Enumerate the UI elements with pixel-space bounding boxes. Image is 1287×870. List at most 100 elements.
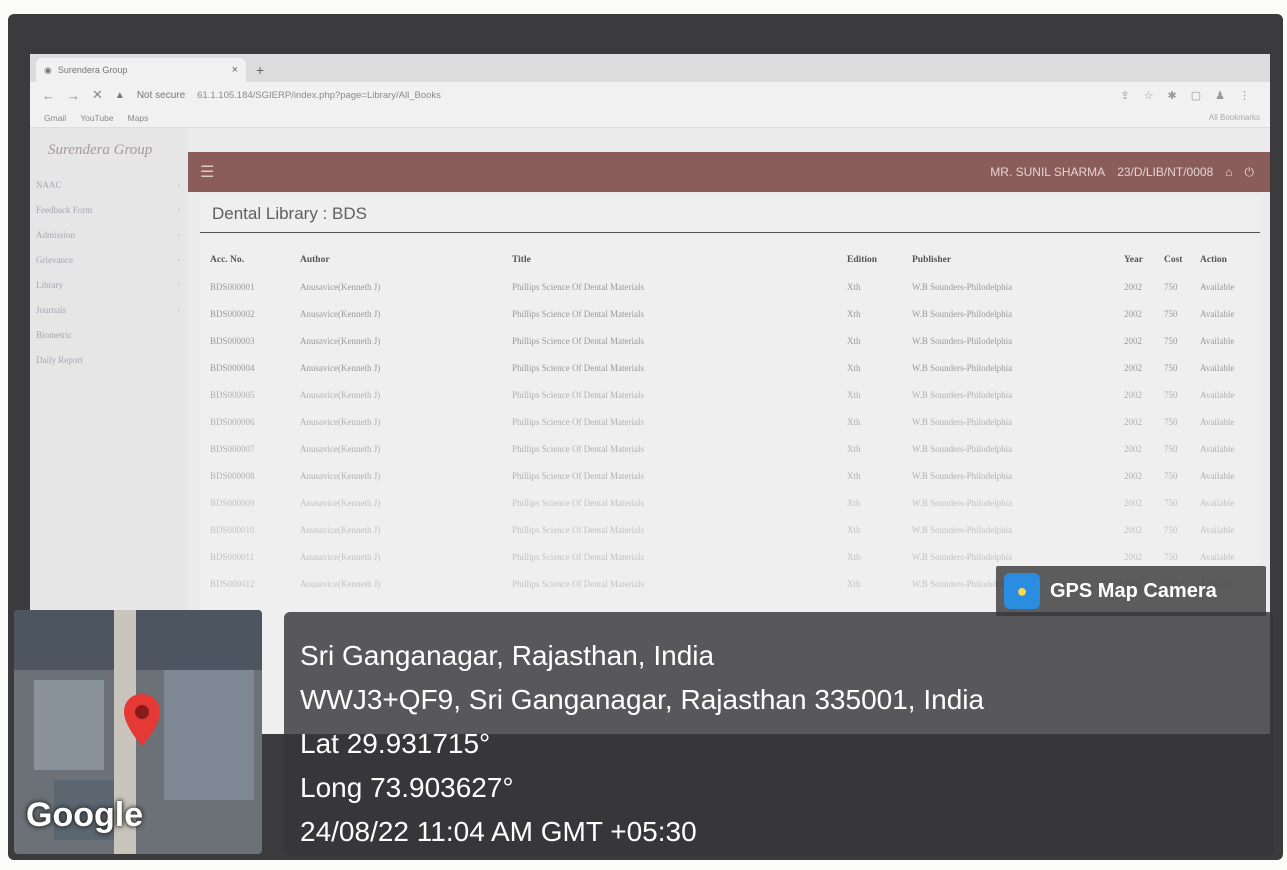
cell-action[interactable]: Available xyxy=(1190,327,1260,354)
chevron-right-icon: › xyxy=(177,280,180,289)
more-icon[interactable]: ⋮ xyxy=(1239,89,1250,102)
col-acc-no[interactable]: Acc. No. xyxy=(200,247,290,273)
close-icon[interactable]: × xyxy=(232,64,238,76)
power-icon[interactable]: ⏻ xyxy=(1245,165,1255,180)
table-row: BDS000005 Anusavice(Kenneth J) Phillips Sc… xyxy=(200,381,1260,408)
gps-camera-label: GPS Map Camera xyxy=(1050,579,1217,602)
cell-title: Phillips Science Of Dental Materials xyxy=(512,308,644,319)
all-bookmarks[interactable]: All Bookmarks xyxy=(1209,113,1260,122)
share-icon[interactable]: ⇪ xyxy=(1120,89,1129,102)
col-title[interactable]: Title xyxy=(502,247,837,273)
tab-title: Surendera Group xyxy=(57,65,128,75)
chevron-right-icon: › xyxy=(177,180,180,189)
cell-author: Anusavice(Kenneth J) xyxy=(300,497,381,508)
cell-title: Phillips Science Of Dental Materials xyxy=(512,524,644,535)
table-row: BDS000003 Anusavice(Kenneth J) Phillips Sc… xyxy=(200,327,1260,354)
hamburger-icon[interactable]: ☰ xyxy=(200,162,214,182)
cell-year: 2002 xyxy=(1124,362,1142,373)
sidepanel-icon[interactable]: ▢ xyxy=(1191,89,1201,102)
table-body: BDS000001 Anusavice(Kenneth J) Phillips Sc… xyxy=(200,273,1260,597)
sidebar-item-journals[interactable]: Journals › xyxy=(30,297,188,322)
cell-cost: 750 xyxy=(1164,362,1178,373)
close-icon[interactable]: ✕ xyxy=(92,87,103,103)
cell-cost: 750 xyxy=(1164,389,1178,400)
cell-action[interactable]: Available xyxy=(1190,408,1260,435)
cell-author: Anusavice(Kenneth J) xyxy=(300,308,381,319)
chevron-right-icon: › xyxy=(177,255,180,264)
cell-action[interactable]: Available xyxy=(1190,300,1260,327)
sidebar-item-admission[interactable]: Admission › xyxy=(30,222,188,247)
col-author[interactable]: Author xyxy=(290,247,502,273)
cell-acc-no: BDS000004 xyxy=(210,362,255,373)
sidebar-item-library[interactable]: Library › xyxy=(30,272,188,297)
cell-author: Anusavice(Kenneth J) xyxy=(300,524,381,535)
cell-acc-no: BDS000006 xyxy=(210,416,255,427)
cell-action[interactable]: Available xyxy=(1190,381,1260,408)
star-icon[interactable]: ☆ xyxy=(1144,89,1154,102)
brand-logo[interactable]: Surendera Group xyxy=(30,128,188,172)
cell-publisher: W.B Sounders-Philodelphia xyxy=(912,389,1013,400)
address: WWJ3+QF9, Sri Ganganagar, Rajasthan 3350… xyxy=(300,684,985,715)
cell-action[interactable]: Available xyxy=(1190,462,1260,489)
photo-background: ◉ Surendera Group × + ← → ✕ ▲ Not secure… xyxy=(0,0,1287,870)
sidebar-item-feedback-form[interactable]: Feedback Form › xyxy=(30,197,188,222)
browser-tab[interactable]: ◉ Surendera Group × xyxy=(36,58,246,82)
sidebar-item-biometric[interactable]: Biometric xyxy=(30,322,188,347)
user-info: MR. SUNIL SHARMA 23/D/LIB/NT/0008 ⌂ ⏻ xyxy=(990,165,1270,180)
new-tab-button[interactable]: + xyxy=(256,62,264,78)
cell-acc-no: BDS000003 xyxy=(210,335,255,346)
bookmark-maps[interactable]: Maps xyxy=(128,113,149,123)
cell-title: Phillips Science Of Dental Materials xyxy=(512,551,644,562)
cell-cost: 750 xyxy=(1164,524,1178,535)
timestamp: 24/08/22 11:04 AM GMT +05:30 xyxy=(300,816,697,847)
map-thumbnail: Google xyxy=(14,610,262,854)
cell-edition: Xth xyxy=(847,443,861,454)
col-year[interactable]: Year xyxy=(1114,247,1154,273)
cell-author: Anusavice(Kenneth J) xyxy=(300,335,381,346)
table-row: BDS000002 Anusavice(Kenneth J) Phillips Sc… xyxy=(200,300,1260,327)
bookmarks-bar: Gmail YouTube Maps All Bookmarks xyxy=(30,108,1270,128)
cell-title: Phillips Science Of Dental Materials xyxy=(512,497,644,508)
cell-action[interactable]: Available xyxy=(1190,273,1260,300)
cell-title: Phillips Science Of Dental Materials xyxy=(512,416,644,427)
forward-icon[interactable]: → xyxy=(67,88,80,103)
chevron-right-icon: › xyxy=(177,230,180,239)
security-label[interactable]: Not secure xyxy=(137,90,185,101)
sidebar-item-daily-report[interactable]: Daily Report xyxy=(30,347,188,372)
cell-publisher: W.B Sounders-Philodelphia xyxy=(912,497,1013,508)
gps-camera-logo-icon: ● xyxy=(1004,573,1040,609)
table-row: BDS000004 Anusavice(Kenneth J) Phillips Sc… xyxy=(200,354,1260,381)
map-building xyxy=(34,680,104,770)
url-input[interactable]: 61.1.105.184/SGIERP/index.php?page=Libra… xyxy=(197,90,441,101)
top-header: ☰ MR. SUNIL SHARMA 23/D/LIB/NT/0008 ⌂ ⏻ xyxy=(188,152,1270,192)
col-edition[interactable]: Edition xyxy=(837,247,902,273)
google-logo: Google xyxy=(26,796,144,834)
cell-action[interactable]: Available xyxy=(1190,489,1260,516)
place-name: Sri Ganganagar, Rajasthan, India xyxy=(300,640,715,671)
bookmark-youtube[interactable]: YouTube xyxy=(80,113,113,123)
extensions-icon[interactable]: ✱ xyxy=(1168,89,1177,102)
cell-title: Phillips Science Of Dental Materials xyxy=(512,443,644,454)
user-name[interactable]: MR. SUNIL SHARMA xyxy=(990,165,1105,179)
cell-publisher: W.B Sounders-Philodelphia xyxy=(912,308,1013,319)
cell-action[interactable]: Available xyxy=(1190,354,1260,381)
back-icon[interactable]: ← xyxy=(42,88,55,103)
profile-icon[interactable]: ♟ xyxy=(1215,89,1225,102)
address-bar: ← → ✕ ▲ Not secure 61.1.105.184/SGIERP/i… xyxy=(30,82,1270,108)
cell-publisher: W.B Sounders-Philodelphia xyxy=(912,335,1013,346)
col-publisher[interactable]: Publisher xyxy=(902,247,1114,273)
cell-author: Anusavice(Kenneth J) xyxy=(300,389,381,400)
col-action[interactable]: Action xyxy=(1190,247,1260,273)
bookmark-gmail[interactable]: Gmail xyxy=(44,113,66,123)
sidebar-item-naac[interactable]: NAAC › xyxy=(30,172,188,197)
cell-author: Anusavice(Kenneth J) xyxy=(300,578,381,589)
map-building xyxy=(164,670,254,800)
cell-action[interactable]: Available xyxy=(1190,435,1260,462)
cell-author: Anusavice(Kenneth J) xyxy=(300,281,381,292)
cell-action[interactable]: Available xyxy=(1190,516,1260,543)
sidebar-item-grievance[interactable]: Grievance › xyxy=(30,247,188,272)
col-cost[interactable]: Cost xyxy=(1154,247,1190,273)
home-icon[interactable]: ⌂ xyxy=(1225,165,1232,179)
cell-publisher: W.B Sounders-Philodelphia xyxy=(912,470,1013,481)
cell-edition: Xth xyxy=(847,308,861,319)
